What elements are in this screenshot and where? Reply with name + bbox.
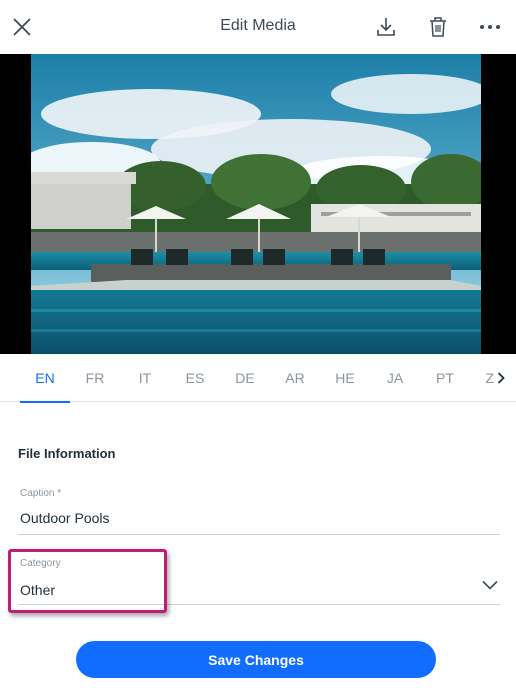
trash-icon [430, 17, 446, 37]
chevron-down-icon [482, 580, 498, 590]
language-tabs: EN FR IT ES DE AR HE JA PT Z [0, 354, 516, 403]
caption-field[interactable] [20, 510, 480, 526]
tab-ja[interactable]: JA [370, 354, 420, 402]
tab-fr[interactable]: FR [70, 354, 120, 402]
tab-he[interactable]: HE [320, 354, 370, 402]
tabs-next-button[interactable] [494, 368, 508, 388]
chevron-right-icon [497, 372, 505, 384]
caption-label: Caption * [20, 488, 62, 499]
tab-en[interactable]: EN [20, 354, 70, 403]
tab-z[interactable]: Z [470, 354, 494, 402]
section-title: File Information [18, 446, 116, 461]
tab-ar[interactable]: AR [270, 354, 320, 402]
media-preview [0, 54, 516, 354]
delete-button[interactable] [423, 12, 453, 42]
more-options-button[interactable] [475, 12, 505, 42]
category-dropdown-toggle[interactable] [481, 578, 499, 592]
tab-it[interactable]: IT [120, 354, 170, 402]
download-button[interactable] [371, 12, 401, 42]
top-bar: Edit Media [0, 0, 516, 54]
category-label: Category [20, 558, 61, 569]
download-icon [377, 18, 395, 36]
save-changes-button[interactable]: Save Changes [76, 641, 436, 678]
category-underline [18, 604, 500, 605]
caption-underline [18, 534, 500, 535]
category-dropdown[interactable]: Other [20, 582, 480, 598]
tab-es[interactable]: ES [170, 354, 220, 402]
more-icon [480, 25, 500, 29]
tab-de[interactable]: DE [220, 354, 270, 402]
tab-pt[interactable]: PT [420, 354, 470, 402]
pool-photo [31, 54, 481, 354]
